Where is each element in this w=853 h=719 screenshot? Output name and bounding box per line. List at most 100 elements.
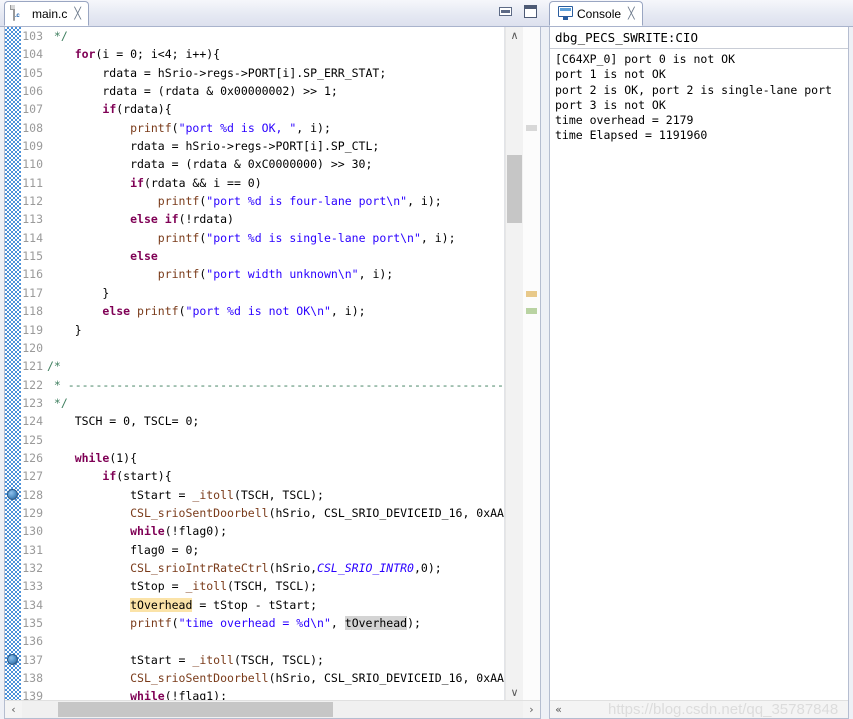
code-line[interactable]	[46, 632, 504, 650]
console-horizontal-scrollbar[interactable]: « https://blog.csdn.net/qq_35787848	[550, 700, 848, 718]
code-line[interactable]: printf("port %d is OK, ", i);	[46, 119, 504, 137]
code-line[interactable]: rdata = hSrio->regs->PORT[i].SP_ERR_STAT…	[46, 64, 504, 82]
line-number: 106	[22, 84, 43, 99]
breakpoint-icon[interactable]	[6, 488, 20, 502]
editor-window-buttons	[499, 5, 537, 18]
line-number: 114	[22, 230, 43, 245]
line-number: 105	[22, 65, 43, 80]
editor-annotation-gutter[interactable]	[5, 27, 21, 700]
overview-marker-execution[interactable]	[526, 308, 537, 314]
code-line[interactable]: }	[46, 321, 504, 339]
code-line[interactable]: if(start){	[46, 467, 504, 485]
code-line[interactable]	[46, 339, 504, 357]
line-number: 107	[22, 102, 43, 117]
console-output[interactable]: [C64XP_0] port 0 is not OK port 1 is not…	[550, 49, 848, 700]
vertical-scrollbar-thumb[interactable]	[507, 155, 522, 223]
line-number: 123	[22, 395, 43, 410]
line-number: 112	[22, 194, 43, 209]
code-line[interactable]: */	[46, 394, 504, 412]
editor-tabbar: .c main.c ╳	[0, 0, 545, 27]
horizontal-scrollbar-thumb[interactable]	[58, 702, 333, 717]
line-number: 127	[22, 469, 43, 484]
line-number: 109	[22, 139, 43, 154]
tab-label: main.c	[32, 6, 68, 21]
line-number: 131	[22, 542, 43, 557]
editor-horizontal-scrollbar[interactable]: ‹ ›	[5, 700, 540, 718]
code-line[interactable]: printf("time overhead = %d\n", tOverhead…	[46, 614, 504, 632]
console-icon	[558, 6, 573, 21]
code-line[interactable]: rdata = (rdata & 0x00000002) >> 1;	[46, 82, 504, 100]
code-text-area[interactable]: */ for(i = 0; i<4; i++){ rdata = hSrio->…	[46, 27, 504, 700]
code-line[interactable]: while(!flag1);	[46, 687, 504, 700]
editor-right-rail: ∧ ∨	[504, 27, 540, 700]
line-number: 139	[22, 689, 43, 700]
editor-vertical-scrollbar[interactable]: ∧ ∨	[505, 27, 523, 700]
line-number: 134	[22, 597, 43, 612]
line-number: 118	[22, 304, 43, 319]
minimize-icon[interactable]	[499, 7, 512, 16]
code-line[interactable]: if(rdata && i == 0)	[46, 174, 504, 192]
console-body: dbg_PECS_SWRITE:CIO [C64XP_0] port 0 is …	[549, 27, 849, 719]
code-line[interactable]: while(!flag0);	[46, 522, 504, 540]
code-line[interactable]: CSL_srioSentDoorbell(hSrio, CSL_SRIO_DEV…	[46, 669, 504, 687]
line-number: 108	[22, 120, 43, 135]
scroll-down-icon[interactable]: ∨	[506, 684, 523, 700]
code-line[interactable]	[46, 431, 504, 449]
line-number: 125	[22, 432, 43, 447]
line-number: 111	[22, 175, 43, 190]
code-line[interactable]: if(rdata){	[46, 100, 504, 118]
tab-console[interactable]: Console ╳	[549, 1, 643, 26]
editor-body: 103 104 105 106 107 108 109 110 111 112 113 114 115 1…	[4, 27, 541, 719]
code-line[interactable]: tOverhead = tStop - tStart;	[46, 596, 504, 614]
code-line[interactable]: for(i = 0; i<4; i++){	[46, 45, 504, 63]
console-scroll-left-icon[interactable]: «	[550, 701, 567, 718]
c-file-icon: .c	[13, 5, 27, 21]
code-line[interactable]: while(1){	[46, 449, 504, 467]
code-line[interactable]: tStart = _itoll(TSCH, TSCL);	[46, 651, 504, 669]
code-line[interactable]: flag0 = 0;	[46, 541, 504, 559]
code-line[interactable]: rdata = hSrio->regs->PORT[i].SP_CTL;	[46, 137, 504, 155]
console-session-title: dbg_PECS_SWRITE:CIO	[550, 27, 848, 49]
code-line[interactable]: rdata = (rdata & 0xC0000000) >> 30;	[46, 155, 504, 173]
editor-rows: 103 104 105 106 107 108 109 110 111 112 113 114 115 1…	[5, 27, 540, 700]
close-icon[interactable]: ╳	[74, 8, 81, 19]
scroll-right-icon[interactable]: ›	[523, 701, 540, 718]
ide-window: .c main.c ╳ 103 104 105 106 107 108 109 110 111 1…	[0, 0, 853, 719]
line-number: 104	[22, 47, 43, 62]
line-number: 138	[22, 671, 43, 686]
code-line[interactable]: printf("port %d is single-lane port\n", …	[46, 229, 504, 247]
line-number: 126	[22, 450, 43, 465]
overview-marker-write-occurrence[interactable]	[526, 291, 537, 297]
code-line[interactable]: CSL_srioSentDoorbell(hSrio, CSL_SRIO_DEV…	[46, 504, 504, 522]
close-icon[interactable]: ╳	[628, 8, 635, 19]
line-number: 137	[22, 652, 43, 667]
code-line[interactable]: /*	[46, 357, 504, 375]
code-line[interactable]: tStart = _itoll(TSCH, TSCL);	[46, 486, 504, 504]
code-line[interactable]: TSCH = 0, TSCL= 0;	[46, 412, 504, 430]
code-line[interactable]: * --------------------------------------…	[46, 376, 504, 394]
overview-ruler[interactable]	[523, 27, 540, 700]
code-line[interactable]: */	[46, 27, 504, 45]
code-line[interactable]: }	[46, 284, 504, 302]
overview-marker-grey[interactable]	[526, 125, 537, 131]
line-number: 110	[22, 157, 43, 172]
line-number: 117	[22, 285, 43, 300]
line-number: 132	[22, 560, 43, 575]
line-number: 135	[22, 616, 43, 630]
horizontal-scroll-track[interactable]	[22, 701, 523, 718]
maximize-icon[interactable]	[524, 5, 537, 18]
breakpoint-icon[interactable]	[6, 653, 20, 667]
code-line[interactable]: CSL_srioIntrRateCtrl(hSrio,CSL_SRIO_INTR…	[46, 559, 504, 577]
line-number: 121	[22, 359, 43, 374]
code-line[interactable]: else	[46, 247, 504, 265]
console-tab-label: Console	[577, 6, 622, 21]
line-number: 115	[22, 249, 43, 264]
code-line[interactable]: else printf("port %d is not OK\n", i);	[46, 302, 504, 320]
code-line[interactable]: printf("port %d is four-lane port\n", i)…	[46, 192, 504, 210]
scroll-up-icon[interactable]: ∧	[506, 27, 523, 43]
scroll-left-icon[interactable]: ‹	[5, 701, 22, 718]
code-line[interactable]: else if(!rdata)	[46, 210, 504, 228]
code-line[interactable]: tStop = _itoll(TSCH, TSCL);	[46, 577, 504, 595]
tab-main-c[interactable]: .c main.c ╳	[4, 1, 89, 26]
code-line[interactable]: printf("port width unknown\n", i);	[46, 265, 504, 283]
